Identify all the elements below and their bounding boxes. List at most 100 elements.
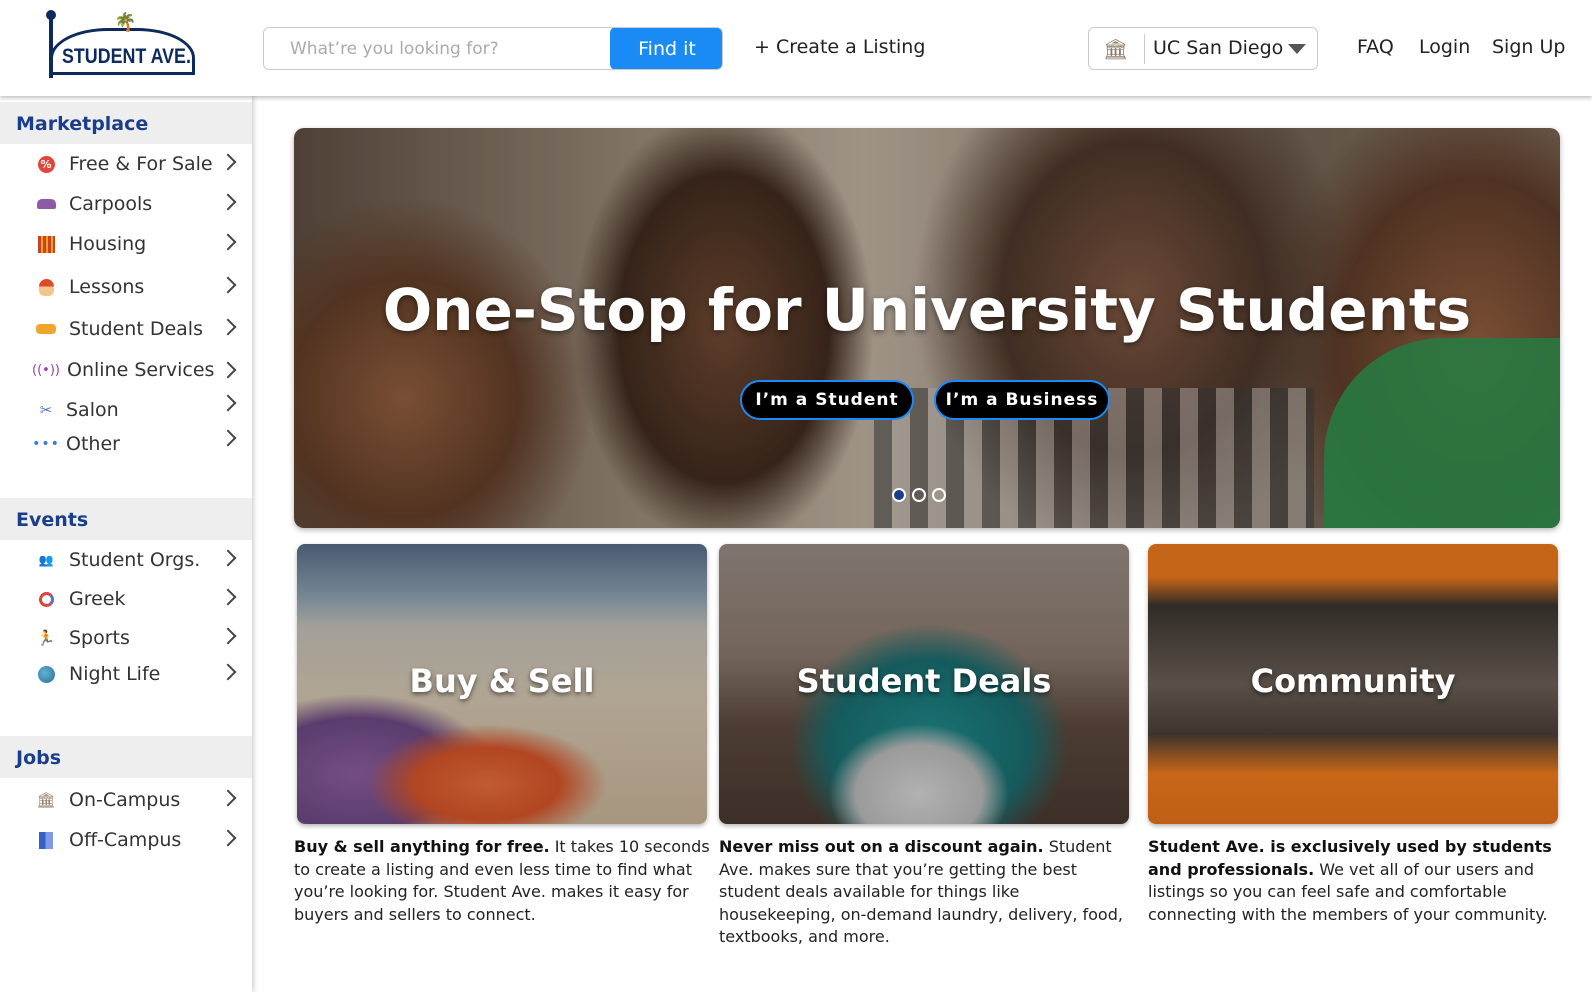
chevron-right-icon bbox=[219, 153, 237, 171]
carousel-dots bbox=[892, 488, 952, 504]
percent-badge-icon: % bbox=[36, 155, 56, 173]
sidebar-item-label: Salon bbox=[66, 399, 119, 421]
top-header: 🌴 STUDENT AVE. Find it + Create a Listin… bbox=[0, 0, 1592, 96]
community-card[interactable]: Community bbox=[1148, 544, 1558, 824]
institution-icon: 🏛 bbox=[1103, 37, 1129, 61]
handshake-icon bbox=[36, 320, 56, 338]
buy-sell-lead: Buy & sell anything for free. bbox=[294, 837, 550, 856]
chevron-right-icon bbox=[219, 627, 237, 645]
chevron-right-icon bbox=[219, 193, 237, 211]
carousel-dot-1[interactable] bbox=[892, 488, 906, 502]
chevron-right-icon bbox=[219, 789, 237, 807]
sidebar-item-off-campus[interactable]: Off-Campus bbox=[0, 824, 252, 856]
sidebar-item-night-life[interactable]: Night Life bbox=[0, 658, 252, 690]
login-link[interactable]: Login bbox=[1419, 36, 1470, 58]
sidebar-item-free-for-sale[interactable]: % Free & For Sale bbox=[0, 148, 252, 180]
sidebar-item-sports[interactable]: 🏃 Sports bbox=[0, 622, 252, 654]
sidebar-item-student-orgs[interactable]: 👥 Student Orgs. bbox=[0, 544, 252, 576]
office-icon bbox=[36, 831, 56, 849]
scissors-icon: ✂ bbox=[39, 401, 53, 419]
campus-name: UC San Diego bbox=[1153, 37, 1284, 59]
sidebar-item-other[interactable]: ••• Other bbox=[0, 428, 252, 460]
globe-icon bbox=[36, 665, 56, 683]
broadcast-icon: ((•)) bbox=[32, 362, 60, 378]
events-title: Events bbox=[16, 509, 89, 531]
campus-selector[interactable]: 🏛 UC San Diego bbox=[1088, 27, 1318, 70]
chevron-right-icon bbox=[219, 429, 237, 447]
chevron-right-icon bbox=[219, 361, 237, 379]
sidebar-item-label: Off-Campus bbox=[69, 829, 182, 851]
sidebar-item-label: Student Orgs. bbox=[69, 549, 201, 571]
search-bar: Find it bbox=[263, 27, 723, 70]
people-icon: 👥 bbox=[38, 553, 54, 567]
sports-icon: 🏃 bbox=[36, 629, 56, 647]
student-ave-logo[interactable]: 🌴 STUDENT AVE. bbox=[44, 8, 204, 82]
chevron-right-icon bbox=[219, 318, 237, 336]
sidebar-item-online-services[interactable]: ((•)) Online Services bbox=[0, 354, 252, 386]
chevron-right-icon bbox=[219, 233, 237, 251]
sign-up-link[interactable]: Sign Up bbox=[1492, 36, 1565, 58]
logo-post-icon bbox=[49, 14, 53, 78]
ellipsis-icon: ••• bbox=[32, 436, 60, 452]
events-heading: Events bbox=[0, 498, 252, 540]
card-title: Community bbox=[1250, 662, 1456, 700]
student-deals-lead: Never miss out on a discount again. bbox=[719, 837, 1044, 856]
sidebar-item-lessons[interactable]: Lessons bbox=[0, 271, 252, 303]
sidebar-item-label: Carpools bbox=[69, 193, 153, 215]
sidebar-item-label: Lessons bbox=[69, 276, 145, 298]
sidebar-item-carpools[interactable]: Carpools bbox=[0, 188, 252, 220]
sidebar-item-label: Greek bbox=[69, 588, 126, 610]
sidebar-item-label: Other bbox=[66, 433, 120, 455]
hero-banner: One-Stop for University Students I’m a S… bbox=[294, 128, 1560, 528]
logo-post-cap-icon bbox=[46, 10, 56, 20]
head-icon bbox=[36, 278, 56, 296]
building-icon bbox=[36, 235, 56, 253]
sidebar-item-label: Housing bbox=[69, 233, 147, 255]
sidebar-item-housing[interactable]: Housing bbox=[0, 228, 252, 260]
carousel-dot-2[interactable] bbox=[912, 488, 926, 502]
buy-sell-description: Buy & sell anything for free. It takes 1… bbox=[294, 836, 714, 926]
chevron-right-icon bbox=[219, 663, 237, 681]
campus-divider bbox=[1144, 34, 1145, 64]
institution-icon: 🏛 bbox=[36, 791, 56, 809]
card-title: Buy & Sell bbox=[409, 662, 595, 700]
sidebar-item-label: Free & For Sale bbox=[69, 153, 213, 175]
community-description: Student Ave. is exclusively used by stud… bbox=[1148, 836, 1568, 926]
chevron-right-icon bbox=[219, 276, 237, 294]
find-it-button[interactable]: Find it bbox=[610, 28, 722, 69]
marketplace-title: Marketplace bbox=[16, 113, 149, 135]
palm-tree-icon: 🌴 bbox=[114, 12, 137, 33]
sidebar-item-on-campus[interactable]: 🏛 On-Campus bbox=[0, 784, 252, 816]
sidebar-item-label: Night Life bbox=[69, 663, 161, 685]
faq-link[interactable]: FAQ bbox=[1357, 36, 1394, 58]
chevron-right-icon bbox=[219, 549, 237, 567]
chevron-right-icon bbox=[219, 829, 237, 847]
carousel-dot-3[interactable] bbox=[932, 488, 946, 502]
logo-text: STUDENT AVE. bbox=[62, 45, 191, 68]
card-title: Student Deals bbox=[796, 662, 1052, 700]
chevron-right-icon bbox=[219, 588, 237, 606]
category-sidebar: Marketplace % Free & For Sale Carpools H… bbox=[0, 96, 252, 992]
sidebar-item-label: Sports bbox=[69, 627, 130, 649]
sidebar-item-salon[interactable]: ✂ Salon bbox=[0, 394, 252, 426]
search-input[interactable] bbox=[264, 28, 612, 69]
sidebar-item-label: Student Deals bbox=[69, 318, 203, 340]
marketplace-heading: Marketplace bbox=[0, 102, 252, 144]
car-icon bbox=[36, 195, 56, 213]
im-a-business-button[interactable]: I’m a Business bbox=[934, 380, 1110, 420]
greek-icon bbox=[36, 590, 56, 608]
im-a-student-button[interactable]: I’m a Student bbox=[740, 380, 914, 420]
jobs-title: Jobs bbox=[16, 747, 62, 769]
chevron-right-icon bbox=[219, 394, 237, 412]
jobs-heading: Jobs bbox=[0, 736, 252, 778]
sidebar-item-greek[interactable]: Greek bbox=[0, 583, 252, 615]
buy-sell-card[interactable]: Buy & Sell bbox=[297, 544, 707, 824]
student-deals-description: Never miss out on a discount again. Stud… bbox=[719, 836, 1141, 949]
sidebar-item-label: Online Services bbox=[67, 359, 215, 381]
sidebar-item-label: On-Campus bbox=[69, 789, 181, 811]
student-deals-card[interactable]: Student Deals bbox=[719, 544, 1129, 824]
caret-down-icon bbox=[1288, 44, 1306, 54]
hero-title: One-Stop for University Students bbox=[382, 276, 1472, 344]
sidebar-item-student-deals[interactable]: Student Deals bbox=[0, 313, 252, 345]
create-listing-link[interactable]: + Create a Listing bbox=[754, 36, 925, 58]
